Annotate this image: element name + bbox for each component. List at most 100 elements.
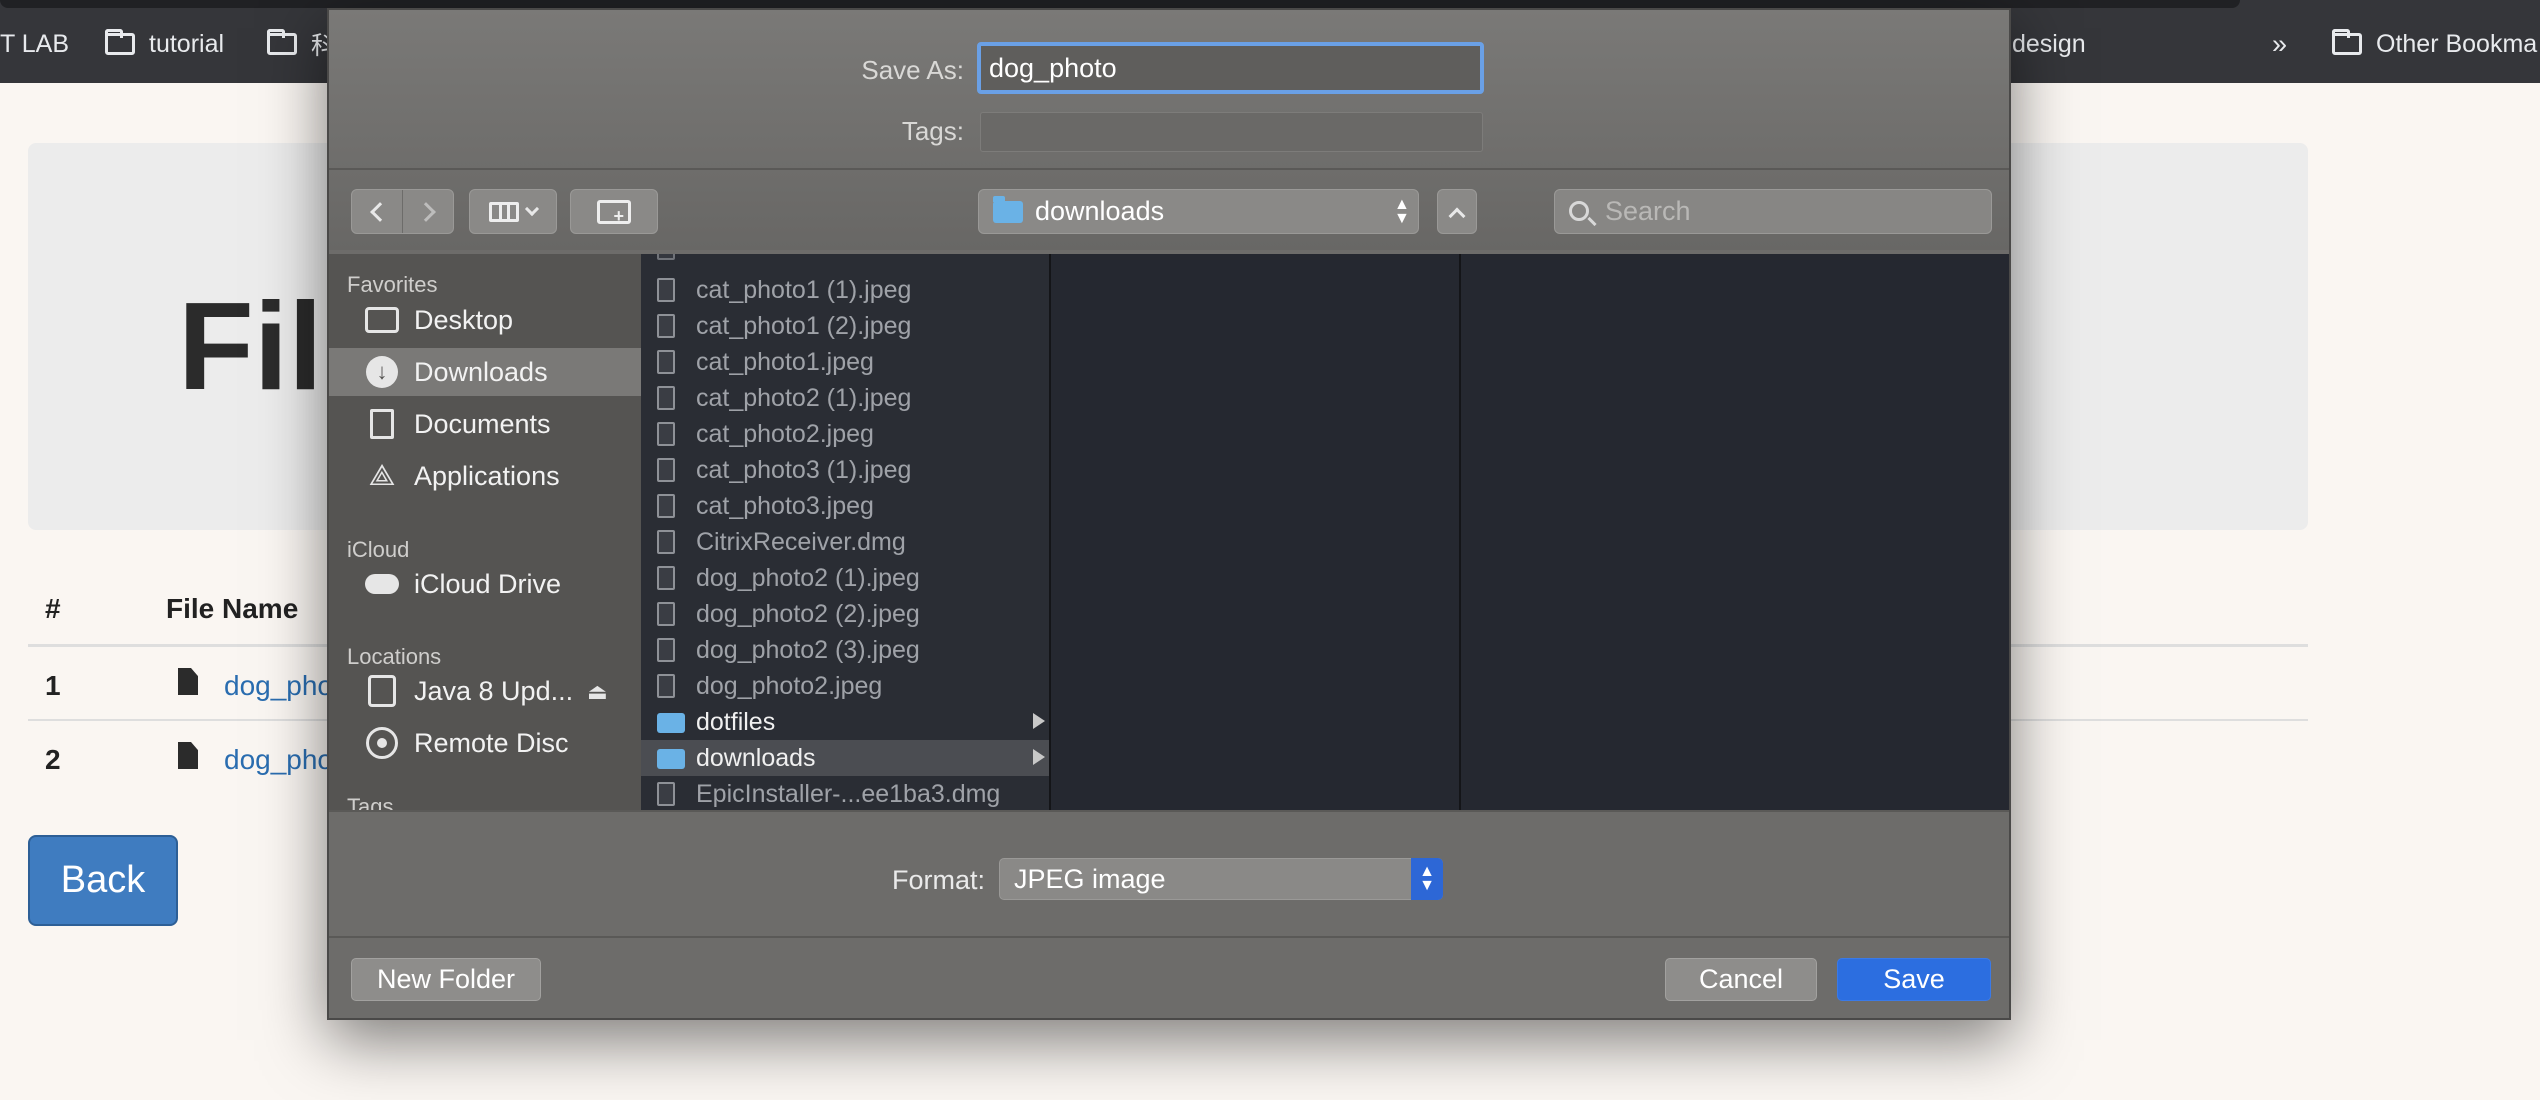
up-down-arrows-icon: ▲ ▼ bbox=[1411, 858, 1443, 900]
file-icon bbox=[657, 254, 675, 260]
file-row[interactable]: CitrixReceiver.dmg bbox=[641, 524, 1049, 560]
file-icon bbox=[657, 494, 675, 518]
file-icon bbox=[657, 314, 675, 338]
format-value: JPEG image bbox=[1014, 863, 1166, 894]
new-folder-button[interactable]: New Folder bbox=[351, 958, 541, 1001]
sidebar-section-tags: Tags bbox=[347, 794, 394, 810]
sidebar-item-documents[interactable]: Documents bbox=[329, 400, 641, 448]
folder-icon bbox=[657, 749, 685, 769]
file-link[interactable]: dog_pho bbox=[224, 670, 333, 702]
search-input[interactable]: Search bbox=[1554, 189, 1992, 234]
sidebar-item-desktop[interactable]: Desktop bbox=[329, 296, 641, 344]
file-icon bbox=[178, 742, 198, 769]
file-icon bbox=[657, 674, 675, 698]
tags-field[interactable] bbox=[980, 112, 1483, 152]
file-row[interactable]: dog_photo2 (2).jpeg bbox=[641, 596, 1049, 632]
folder-row[interactable]: downloads bbox=[641, 740, 1049, 776]
sidebar-item-applications[interactable]: ⟁ Applications bbox=[329, 452, 641, 500]
save-as-label: Save As: bbox=[861, 55, 964, 85]
file-row[interactable]: cat_photo3 (1).jpeg bbox=[641, 452, 1049, 488]
file-icon bbox=[657, 422, 675, 446]
sidebar-item-remote-disc[interactable]: Remote Disc bbox=[329, 719, 641, 767]
sidebar-item-downloads[interactable]: ↓ Downloads bbox=[329, 348, 641, 396]
sidebar-item-label: Desktop bbox=[414, 304, 514, 335]
file-icon bbox=[657, 278, 675, 302]
bookmark-label: design bbox=[2012, 29, 2086, 58]
eject-icon[interactable]: ⏏ bbox=[587, 679, 608, 705]
folder-icon bbox=[657, 713, 685, 733]
file-name: cat_photo1 (1).jpeg bbox=[696, 275, 912, 304]
file-browser: cat_photo1 (1).jpeg cat_photo1 (2).jpeg ca… bbox=[641, 254, 2009, 810]
search-placeholder: Search bbox=[1605, 196, 1691, 226]
row-number: 1 bbox=[45, 670, 61, 701]
view-mode-button[interactable] bbox=[469, 189, 557, 234]
file-row[interactable]: cat_photo1.jpeg bbox=[641, 344, 1049, 380]
browser-column-1: cat_photo1 (1).jpeg cat_photo1 (2).jpeg ca… bbox=[641, 254, 1051, 810]
file-row[interactable]: cat_photo1 (2).jpeg bbox=[641, 308, 1049, 344]
disc-icon bbox=[365, 727, 399, 759]
sidebar-item-label: Java 8 Upd... bbox=[414, 675, 574, 706]
desktop-icon bbox=[365, 305, 399, 335]
footer-divider bbox=[329, 936, 2009, 938]
cloud-icon bbox=[365, 569, 399, 599]
file-row[interactable]: cat_photo3.jpeg bbox=[641, 488, 1049, 524]
bookmark-design[interactable]: design bbox=[2012, 28, 2086, 60]
chevron-left-icon bbox=[370, 201, 390, 222]
file-name: downloads bbox=[696, 743, 816, 772]
back-nav-button[interactable] bbox=[352, 190, 403, 233]
file-icon bbox=[657, 458, 675, 482]
disk-icon bbox=[365, 675, 399, 707]
bookmark-other[interactable]: Other Bookma bbox=[2332, 28, 2537, 60]
bookmarks-overflow-button[interactable]: » bbox=[2272, 28, 2287, 60]
bookmark-tlab[interactable]: T LAB bbox=[0, 28, 69, 60]
columns-view-icon bbox=[489, 201, 519, 222]
location-popup[interactable]: downloads ▲ ▼ bbox=[978, 189, 1419, 234]
chevron-down-icon bbox=[524, 201, 540, 216]
file-name: cat_photo1 (2).jpeg bbox=[696, 311, 912, 340]
sidebar-item-icloud-drive[interactable]: iCloud Drive bbox=[329, 560, 641, 608]
folder-row[interactable]: dotfiles bbox=[641, 704, 1049, 740]
format-popup[interactable]: JPEG image ▲ ▼ bbox=[999, 858, 1443, 900]
table-header-filename: File Name bbox=[166, 593, 299, 624]
file-name: EpicInstaller-...ee1ba3.dmg bbox=[696, 779, 1001, 808]
bookmark-label: Other Bookma bbox=[2376, 29, 2538, 58]
file-row[interactable]: cat_photo1 (1).jpeg bbox=[641, 272, 1049, 308]
browser-divider bbox=[329, 810, 2009, 812]
chevron-up-icon bbox=[1448, 207, 1466, 224]
tags-label: Tags: bbox=[901, 116, 964, 146]
back-button[interactable]: Back bbox=[28, 835, 178, 926]
save-button[interactable]: Save bbox=[1837, 958, 1991, 1001]
folder-icon bbox=[993, 195, 1023, 223]
sidebar-item-label: Documents bbox=[414, 408, 551, 439]
file-row[interactable]: EpicInstaller-...ee1ba3.dmg bbox=[641, 776, 1049, 810]
sidebar-item-label: iCloud Drive bbox=[414, 568, 562, 599]
new-folder-toolbar-button[interactable]: + bbox=[570, 189, 658, 234]
collapse-dialog-button[interactable] bbox=[1437, 189, 1477, 234]
file-row-partial[interactable] bbox=[641, 254, 1049, 266]
file-icon bbox=[657, 386, 675, 410]
file-link[interactable]: dog_pho bbox=[224, 744, 333, 776]
forward-nav-button[interactable] bbox=[403, 190, 454, 233]
file-row[interactable]: dog_photo2 (3).jpeg bbox=[641, 632, 1049, 668]
disclosure-arrow-icon bbox=[1033, 749, 1045, 765]
save-as-field[interactable] bbox=[977, 42, 1484, 94]
file-name: cat_photo2.jpeg bbox=[696, 419, 874, 448]
disclosure-arrow-icon bbox=[1033, 713, 1045, 729]
cancel-button[interactable]: Cancel bbox=[1665, 958, 1817, 1001]
file-row[interactable]: cat_photo2.jpeg bbox=[641, 416, 1049, 452]
sidebar-section-favorites: Favorites bbox=[347, 272, 438, 297]
sidebar: Favorites Desktop ↓ Downloads Documents ⟁… bbox=[329, 254, 641, 810]
file-row[interactable]: dog_photo2 (1).jpeg bbox=[641, 560, 1049, 596]
file-row[interactable]: cat_photo2 (1).jpeg bbox=[641, 380, 1049, 416]
save-dialog: Save As: Tags: + downloads ▲▼ Search Fav… bbox=[327, 8, 2011, 1020]
bookmark-folder-3[interactable]: 科 bbox=[267, 28, 336, 60]
file-row[interactable]: dog_photo2.jpeg bbox=[641, 668, 1049, 704]
sidebar-item-label: Downloads bbox=[414, 356, 548, 387]
file-icon bbox=[657, 602, 675, 626]
browser-column-2 bbox=[1053, 254, 1461, 810]
chevron-right-icon bbox=[415, 201, 436, 222]
bookmark-tutorial[interactable]: tutorial bbox=[105, 28, 224, 60]
up-down-arrows-icon: ▲ ▼ bbox=[1394, 196, 1410, 227]
header-divider bbox=[329, 168, 2009, 170]
file-icon bbox=[657, 350, 675, 374]
